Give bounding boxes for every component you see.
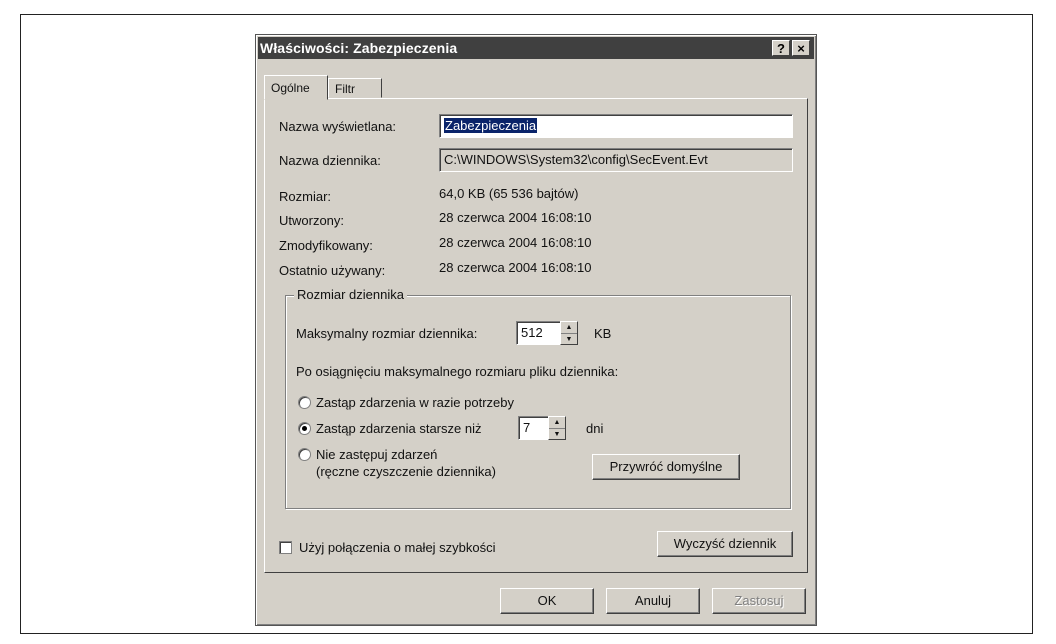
- display-name-input[interactable]: Zabezpieczenia: [439, 114, 793, 138]
- log-size-group: Rozmiar dziennika Maksymalny rozmiar dzi…: [285, 287, 791, 509]
- created-label: Utworzony:: [279, 213, 345, 228]
- do-not-overwrite-radio[interactable]: [298, 448, 311, 461]
- display-name-label: Nazwa wyświetlana:: [279, 119, 397, 134]
- tab-general[interactable]: Ogólne: [264, 75, 328, 100]
- window-title: Właściwości: Zabezpieczenia: [260, 40, 458, 56]
- max-size-label: Maksymalny rozmiar dziennika:: [296, 326, 478, 341]
- tab-filter[interactable]: Filtr: [328, 78, 382, 98]
- size-label: Rozmiar:: [279, 189, 332, 204]
- accessed-value: 28 czerwca 2004 16:08:10: [439, 260, 592, 275]
- days-unit: dni: [586, 421, 604, 436]
- cancel-button[interactable]: Anuluj: [606, 588, 700, 614]
- modified-label: Zmodyfikowany:: [279, 238, 373, 253]
- properties-dialog: Właściwości: Zabezpieczenia ? × Filtr Og…: [255, 34, 817, 626]
- low-speed-label[interactable]: Użyj połączenia o małej szybkości: [299, 540, 496, 555]
- overwrite-as-needed-label[interactable]: Zastąp zdarzenia w razie potrzeby: [316, 395, 514, 410]
- apply-button[interactable]: Zastosuj: [712, 588, 806, 614]
- log-name-field[interactable]: C:\WINDOWS\System32\config\SecEvent.Evt: [439, 148, 793, 172]
- spin-up-icon[interactable]: ▲: [549, 417, 565, 429]
- size-value: 64,0 KB (65 536 bajtów): [439, 186, 579, 201]
- when-full-label: Po osiągnięciu maksymalnego rozmiaru pli…: [296, 364, 619, 379]
- tab-panel-general: Nazwa wyświetlana: Zabezpieczenia Nazwa …: [264, 98, 808, 573]
- spin-up-icon[interactable]: ▲: [561, 322, 577, 334]
- overwrite-older-label[interactable]: Zastąp zdarzenia starsze niż: [316, 421, 481, 436]
- spin-down-icon[interactable]: ▼: [549, 429, 565, 440]
- max-size-spinner[interactable]: ▲ ▼: [560, 321, 578, 345]
- log-name-label: Nazwa dziennika:: [279, 153, 381, 168]
- title-bar[interactable]: Właściwości: Zabezpieczenia ? ×: [258, 37, 814, 59]
- modified-value: 28 czerwca 2004 16:08:10: [439, 235, 592, 250]
- spin-down-icon[interactable]: ▼: [561, 334, 577, 345]
- close-button[interactable]: ×: [792, 40, 810, 56]
- restore-defaults-button[interactable]: Przywróć domyślne: [592, 454, 740, 480]
- display-name-value: Zabezpieczenia: [444, 118, 538, 133]
- do-not-overwrite-label[interactable]: Nie zastępuj zdarzeń: [316, 447, 437, 462]
- overwrite-as-needed-radio[interactable]: [298, 396, 311, 409]
- ok-button[interactable]: OK: [500, 588, 594, 614]
- log-size-group-title: Rozmiar dziennika: [294, 287, 407, 302]
- max-size-unit: KB: [594, 326, 612, 341]
- days-spinner[interactable]: ▲ ▼: [548, 416, 566, 440]
- help-button[interactable]: ?: [772, 40, 790, 56]
- clear-log-button[interactable]: Wyczyść dziennik: [657, 531, 793, 557]
- overwrite-older-radio[interactable]: [298, 422, 311, 435]
- created-value: 28 czerwca 2004 16:08:10: [439, 210, 592, 225]
- accessed-label: Ostatnio używany:: [279, 263, 386, 278]
- low-speed-checkbox[interactable]: [279, 541, 292, 554]
- do-not-overwrite-sublabel: (ręczne czyszczenie dziennika): [316, 464, 496, 479]
